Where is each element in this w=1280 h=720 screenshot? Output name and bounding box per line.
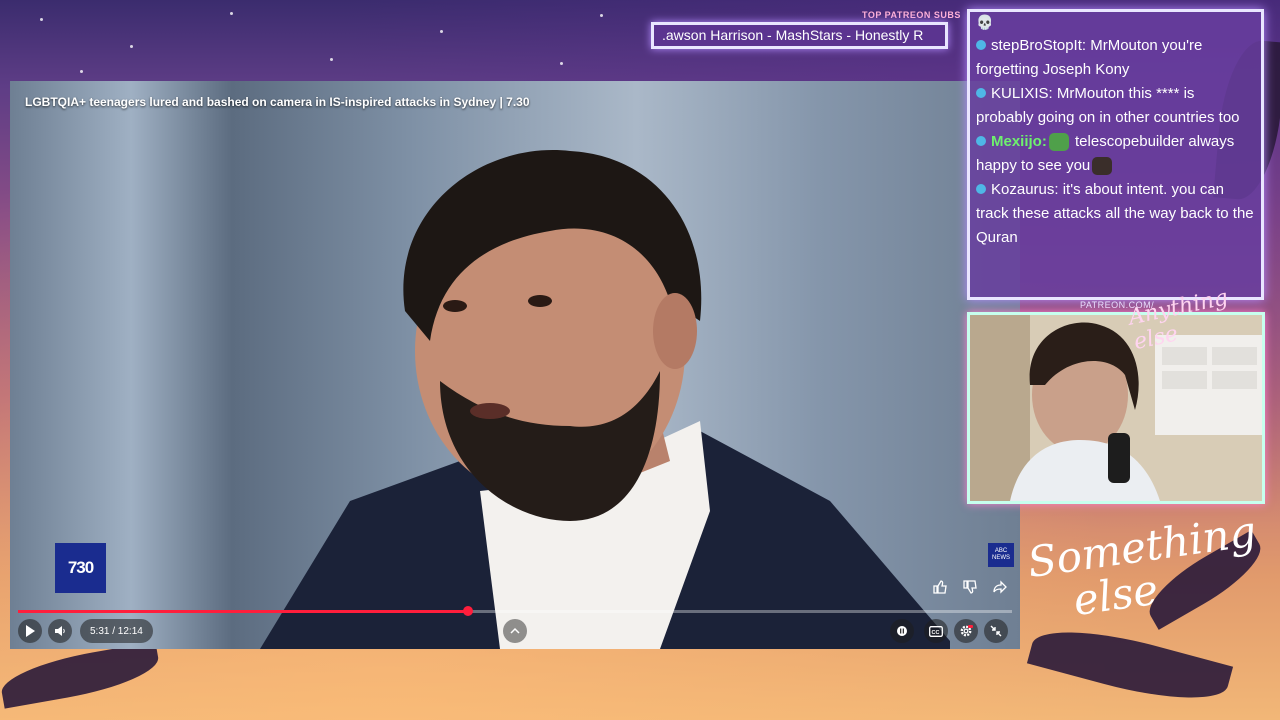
channel-logo-730[interactable]: 730 (55, 543, 106, 593)
play-icon (26, 625, 35, 637)
video-player[interactable]: LGBTQIA+ teenagers lured and bashed on c… (10, 81, 1020, 649)
star-decoration (230, 12, 233, 15)
chat-badge-icon (976, 136, 986, 146)
patreon-subs-ticker: .awson Harrison - MashStars - Honestly R (651, 22, 948, 49)
chat-message: Kozaurus: it's about intent. you can tra… (976, 178, 1255, 250)
chat-message: Mexiijo: telescopebuilder always happy t… (976, 130, 1255, 178)
chat-badge-icon (976, 88, 986, 98)
pepe-emote-icon (1048, 133, 1069, 152)
webcam-feed (967, 312, 1265, 504)
chevron-up-icon[interactable] (503, 619, 527, 643)
dislike-icon[interactable] (958, 575, 982, 599)
chat-username[interactable]: Mexiijo: (991, 133, 1047, 150)
svg-text:CC: CC (932, 630, 940, 636)
abc-news-badge: ABC NEWS (988, 543, 1014, 567)
video-title[interactable]: LGBTQIA+ teenagers lured and bashed on c… (25, 95, 530, 109)
star-decoration (560, 62, 563, 65)
captions-button[interactable]: CC (924, 619, 948, 643)
chat-message: stepBroStopIt: MrMouton you're forgettin… (976, 34, 1255, 82)
chat-badge-icon (976, 184, 986, 194)
star-decoration (440, 30, 443, 33)
settings-button[interactable] (954, 619, 978, 643)
chat-username[interactable]: KULIXIS: (991, 85, 1053, 102)
star-decoration (130, 45, 133, 48)
captions-icon: CC (929, 625, 943, 637)
progress-bar-fill (18, 610, 469, 613)
star-decoration (80, 70, 83, 73)
autoplay-toggle[interactable] (890, 619, 914, 643)
star-decoration (330, 58, 333, 61)
chat-username[interactable]: Kozaurus: (991, 181, 1059, 198)
settings-icon (960, 625, 973, 637)
skull-emote-icon: 💀 (976, 14, 994, 30)
exit-fullscreen-button[interactable] (984, 619, 1008, 643)
autoplay-toggle-icon (897, 626, 907, 636)
exit-fullscreen-icon (990, 625, 1002, 637)
star-decoration (600, 14, 603, 17)
video-actions (928, 575, 1012, 599)
chat-badge-icon (976, 40, 986, 50)
progress-bar[interactable] (18, 606, 1012, 616)
chat-panel: 💀 stepBroStopIt: MrMouton you're forgett… (967, 9, 1264, 300)
share-icon[interactable] (988, 575, 1012, 599)
webcam-streamer-image (970, 315, 1262, 501)
star-decoration (40, 18, 43, 21)
chat-message: KULIXIS: MrMouton this **** is probably … (976, 82, 1255, 130)
volume-button[interactable] (48, 619, 72, 643)
emote-icon (1092, 157, 1113, 176)
patreon-subs-label: TOP PATREON SUBS (862, 10, 961, 20)
time-display: 5:31 / 12:14 (80, 619, 153, 643)
video-frame-speaker (260, 150, 950, 649)
like-icon[interactable] (928, 575, 952, 599)
chat-username[interactable]: stepBroStopIt: (991, 37, 1086, 54)
volume-icon (55, 626, 65, 636)
play-button[interactable] (18, 619, 42, 643)
